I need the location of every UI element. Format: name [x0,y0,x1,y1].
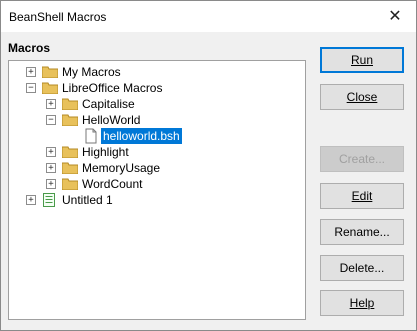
tree-item-label: LibreOffice Macros [62,81,163,95]
expand-icon[interactable]: + [26,195,36,205]
collapse-icon[interactable]: − [46,115,56,125]
tree-item-label: helloworld.bsh [100,127,183,145]
delete-button[interactable]: Delete... [320,255,404,281]
close-button[interactable]: Close [320,84,404,110]
folder-icon [42,66,58,78]
run-button[interactable]: Run [320,47,404,73]
collapse-icon[interactable]: − [26,83,36,93]
expand-icon[interactable]: + [46,163,56,173]
folder-icon [62,146,78,158]
tree-item-helloworld[interactable]: − HelloWorld [9,112,299,128]
expand-icon[interactable]: + [26,67,36,77]
tree-item-label: WordCount [82,177,143,191]
tree-item-wordcount[interactable]: + WordCount [9,176,299,192]
tree-item-label: My Macros [62,65,121,79]
window-title: BeanShell Macros [9,10,107,24]
tree-item-memoryusage[interactable]: + MemoryUsage [9,160,299,176]
tree-item-my-macros[interactable]: + My Macros [9,64,299,80]
create-button[interactable]: Create... [320,146,404,172]
tree-item-label: Highlight [82,145,129,159]
folder-icon [62,162,78,174]
expand-icon[interactable]: + [46,147,56,157]
edit-button-label: Edit [351,189,373,203]
folder-icon [62,98,78,110]
close-window-icon[interactable]: ✕ [381,5,409,29]
edit-button[interactable]: Edit [320,183,404,209]
tree-item-label: Capitalise [82,97,135,111]
create-button-label: Create... [338,152,386,166]
tree-item-helloworld-bsh[interactable]: helloworld.bsh [9,127,299,145]
title-bar: BeanShell Macros ✕ [1,1,416,32]
rename-button[interactable]: Rename... [320,219,404,245]
help-button[interactable]: Help [320,290,404,316]
macro-dialog: BeanShell Macros ✕ Macros + My Macros − … [0,0,417,331]
tree-item-highlight[interactable]: + Highlight [9,144,299,160]
help-button-label: Help [349,296,375,310]
delete-button-label: Delete... [339,261,385,275]
folder-icon [62,178,78,190]
close-button-label: Close [346,90,378,104]
rename-button-label: Rename... [334,225,390,239]
tree-item-label: MemoryUsage [82,161,161,175]
document-icon [42,192,56,212]
tree-item-untitled-1[interactable]: + Untitled 1 [9,192,299,208]
tree-item-libreoffice-macros[interactable]: − LibreOffice Macros [9,80,299,96]
folder-icon [62,114,78,126]
tree-item-label: HelloWorld [82,113,141,127]
expand-icon[interactable]: + [46,99,56,109]
folder-icon [42,82,58,94]
expand-icon[interactable]: + [46,179,56,189]
tree-item-label: Untitled 1 [62,193,113,207]
macros-section-label: Macros [8,41,51,55]
tree-item-capitalise[interactable]: + Capitalise [9,96,299,112]
macro-tree[interactable]: + My Macros − LibreOffice Macros + Capit… [8,60,306,320]
run-button-label: Run [350,53,373,67]
